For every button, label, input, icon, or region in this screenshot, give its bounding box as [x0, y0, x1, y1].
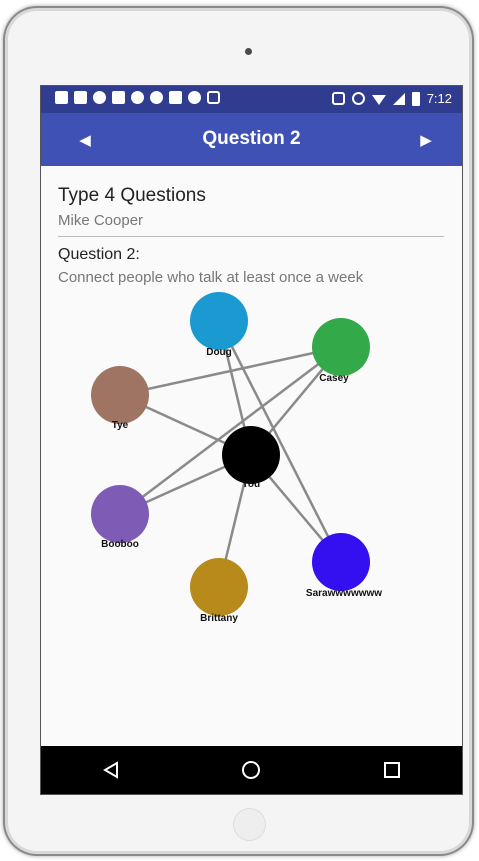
device-screen: 7:12 ◀ Question 2 ▶ Type 4 Questions Mik…: [41, 86, 462, 794]
video-icon: [112, 91, 125, 104]
calendar-icon: [55, 91, 68, 104]
node-label-sarawww: Sarawwwwwww: [306, 588, 382, 599]
system-nav-bar: [41, 746, 462, 794]
node-label-casey: Casey: [319, 373, 349, 384]
wifi-icon: [371, 94, 386, 105]
status-time: 7:12: [426, 91, 452, 106]
question-text: Connect people who talk at least once a …: [58, 269, 364, 286]
node-brittany[interactable]: [190, 558, 248, 616]
sync-icon: [188, 91, 201, 104]
physical-home-button[interactable]: [233, 808, 266, 841]
node-label-brittany: Brittany: [200, 613, 238, 624]
camera-dot: [245, 48, 252, 55]
home-nav-button[interactable]: [221, 746, 281, 794]
notification-icons: [55, 91, 220, 104]
app-bar: ◀ Question 2 ▶: [41, 113, 462, 166]
node-doug[interactable]: [190, 292, 248, 350]
question-number: Question 2:: [58, 246, 140, 263]
alarm-icon: [351, 92, 365, 105]
vibrate-icon: [331, 92, 345, 105]
node-sarawww[interactable]: [312, 533, 370, 591]
network-canvas[interactable]: Doug Casey Tye You Booboo Sarawwwwwww Brittany: [41, 291, 462, 661]
battery-icon: [411, 91, 420, 106]
survey-title: Type 4 Questions: [58, 185, 206, 206]
news-icon: [74, 91, 87, 104]
recents-icon: [383, 762, 400, 778]
node-casey[interactable]: [312, 318, 370, 376]
node-you[interactable]: [222, 426, 280, 484]
nodes-layer: Doug Casey Tye You Booboo Sarawwwwwww Brittany: [91, 292, 382, 624]
divider: [58, 236, 444, 237]
back-icon: [103, 761, 119, 779]
node-label-doug: Doug: [206, 347, 232, 358]
bell-icon: [93, 91, 106, 104]
w-app-icon: [131, 91, 144, 104]
page-title: Question 2: [202, 128, 301, 149]
next-question-button[interactable]: ▶: [402, 113, 450, 166]
node-tye[interactable]: [91, 366, 149, 424]
tablet-device: 7:12 ◀ Question 2 ▶ Type 4 Questions Mik…: [3, 6, 474, 856]
recents-nav-button[interactable]: [362, 746, 422, 794]
node-label-you: You: [242, 479, 260, 490]
respondent-name: Mike Cooper: [58, 212, 144, 229]
messenger-icon: [150, 91, 163, 104]
home-icon: [242, 761, 261, 779]
node-label-booboo: Booboo: [101, 539, 139, 550]
node-label-tye: Tye: [112, 420, 129, 431]
image-icon: [169, 91, 182, 104]
signal-icon: [392, 92, 405, 105]
node-booboo[interactable]: [91, 485, 149, 543]
status-bar: 7:12: [41, 86, 462, 113]
instagram-icon: [207, 91, 220, 104]
system-icons: 7:12: [331, 91, 452, 106]
back-nav-button[interactable]: [81, 746, 141, 794]
